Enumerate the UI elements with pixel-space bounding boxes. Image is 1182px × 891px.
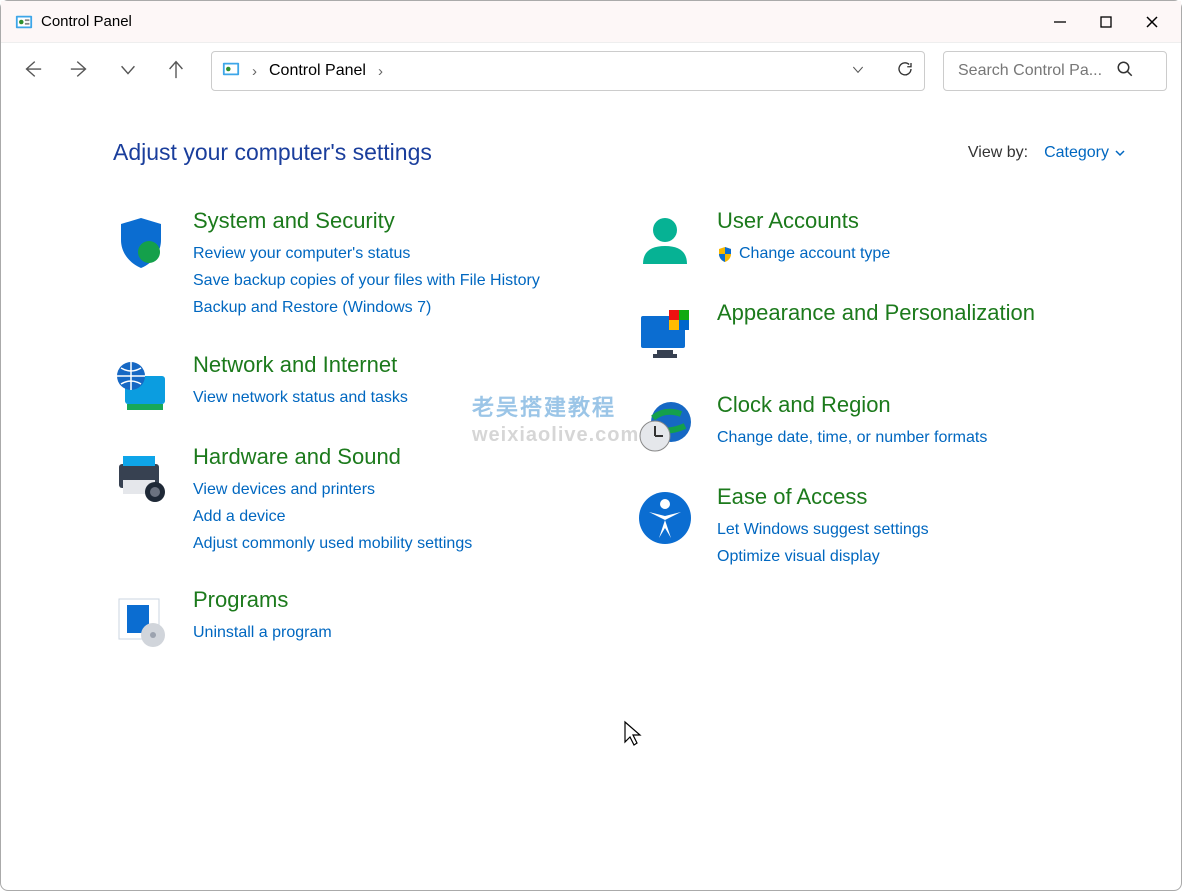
address-bar[interactable]: › Control Panel › <box>211 51 925 91</box>
category-link[interactable]: Backup and Restore (Windows 7) <box>193 294 540 321</box>
category-title[interactable]: User Accounts <box>717 208 890 234</box>
category-link[interactable]: Adjust commonly used mobility settings <box>193 530 472 557</box>
globe-monitor-icon <box>113 358 169 414</box>
programs-icon <box>113 593 169 649</box>
chevron-right-icon: › <box>378 63 383 80</box>
category-link[interactable]: View devices and printers <box>193 476 472 503</box>
control-panel-icon <box>15 13 33 31</box>
search-bar[interactable] <box>943 51 1167 91</box>
maximize-button[interactable] <box>1083 1 1129 43</box>
minimize-button[interactable] <box>1037 1 1083 43</box>
category-link[interactable]: Review your computer's status <box>193 240 540 267</box>
category-title[interactable]: Programs <box>193 587 332 613</box>
content-area: Adjust your computer's settings View by:… <box>1 99 1181 669</box>
toolbar: › Control Panel › <box>1 43 1181 99</box>
category-title[interactable]: Appearance and Personalization <box>717 300 1035 326</box>
category-hardware-sound: Hardware and Sound View devices and prin… <box>113 444 601 558</box>
printer-camera-icon <box>113 450 169 506</box>
category-title[interactable]: System and Security <box>193 208 540 234</box>
uac-shield-icon <box>717 246 733 262</box>
category-link[interactable]: View network status and tasks <box>193 384 408 411</box>
category-link[interactable]: Add a device <box>193 503 472 530</box>
accessibility-icon <box>637 490 693 546</box>
user-icon <box>637 214 693 270</box>
category-link[interactable]: Change account type <box>717 240 890 267</box>
category-programs: Programs Uninstall a program <box>113 587 601 649</box>
clock-globe-icon <box>637 398 693 454</box>
recent-locations-button[interactable] <box>117 58 139 84</box>
category-title[interactable]: Clock and Region <box>717 392 987 418</box>
address-dropdown-button[interactable] <box>850 61 866 81</box>
close-button[interactable] <box>1129 1 1175 43</box>
window-title: Control Panel <box>41 13 132 30</box>
category-system-security: System and Security Review your computer… <box>113 208 601 322</box>
monitor-colors-icon <box>637 306 693 362</box>
search-input[interactable] <box>956 61 1116 81</box>
category-link[interactable]: Change date, time, or number formats <box>717 424 987 451</box>
view-by-dropdown[interactable]: Category <box>1044 144 1125 162</box>
category-appearance: Appearance and Personalization <box>637 300 1125 362</box>
view-by-label: View by: <box>968 144 1028 162</box>
category-link[interactable]: Let Windows suggest settings <box>717 516 929 543</box>
page-title: Adjust your computer's settings <box>113 139 432 166</box>
refresh-button[interactable] <box>896 60 914 82</box>
category-ease-of-access: Ease of Access Let Windows suggest setti… <box>637 484 1125 570</box>
forward-button[interactable] <box>69 58 91 84</box>
category-title[interactable]: Hardware and Sound <box>193 444 472 470</box>
titlebar: Control Panel <box>1 1 1181 43</box>
chevron-right-icon: › <box>252 63 257 80</box>
category-title[interactable]: Network and Internet <box>193 352 408 378</box>
category-link[interactable]: Save backup copies of your files with Fi… <box>193 267 540 294</box>
category-clock-region: Clock and Region Change date, time, or n… <box>637 392 1125 454</box>
up-button[interactable] <box>165 58 187 84</box>
cursor-icon <box>623 720 643 748</box>
category-link[interactable]: Uninstall a program <box>193 619 332 646</box>
category-link[interactable]: Optimize visual display <box>717 543 929 570</box>
category-user-accounts: User Accounts Change account type <box>637 208 1125 270</box>
back-button[interactable] <box>21 58 43 84</box>
search-icon[interactable] <box>1116 60 1134 82</box>
category-network-internet: Network and Internet View network status… <box>113 352 601 414</box>
address-icon <box>222 60 240 82</box>
address-location[interactable]: Control Panel <box>269 62 366 80</box>
shield-icon <box>113 214 169 270</box>
category-title[interactable]: Ease of Access <box>717 484 929 510</box>
view-by-value: Category <box>1044 144 1109 162</box>
